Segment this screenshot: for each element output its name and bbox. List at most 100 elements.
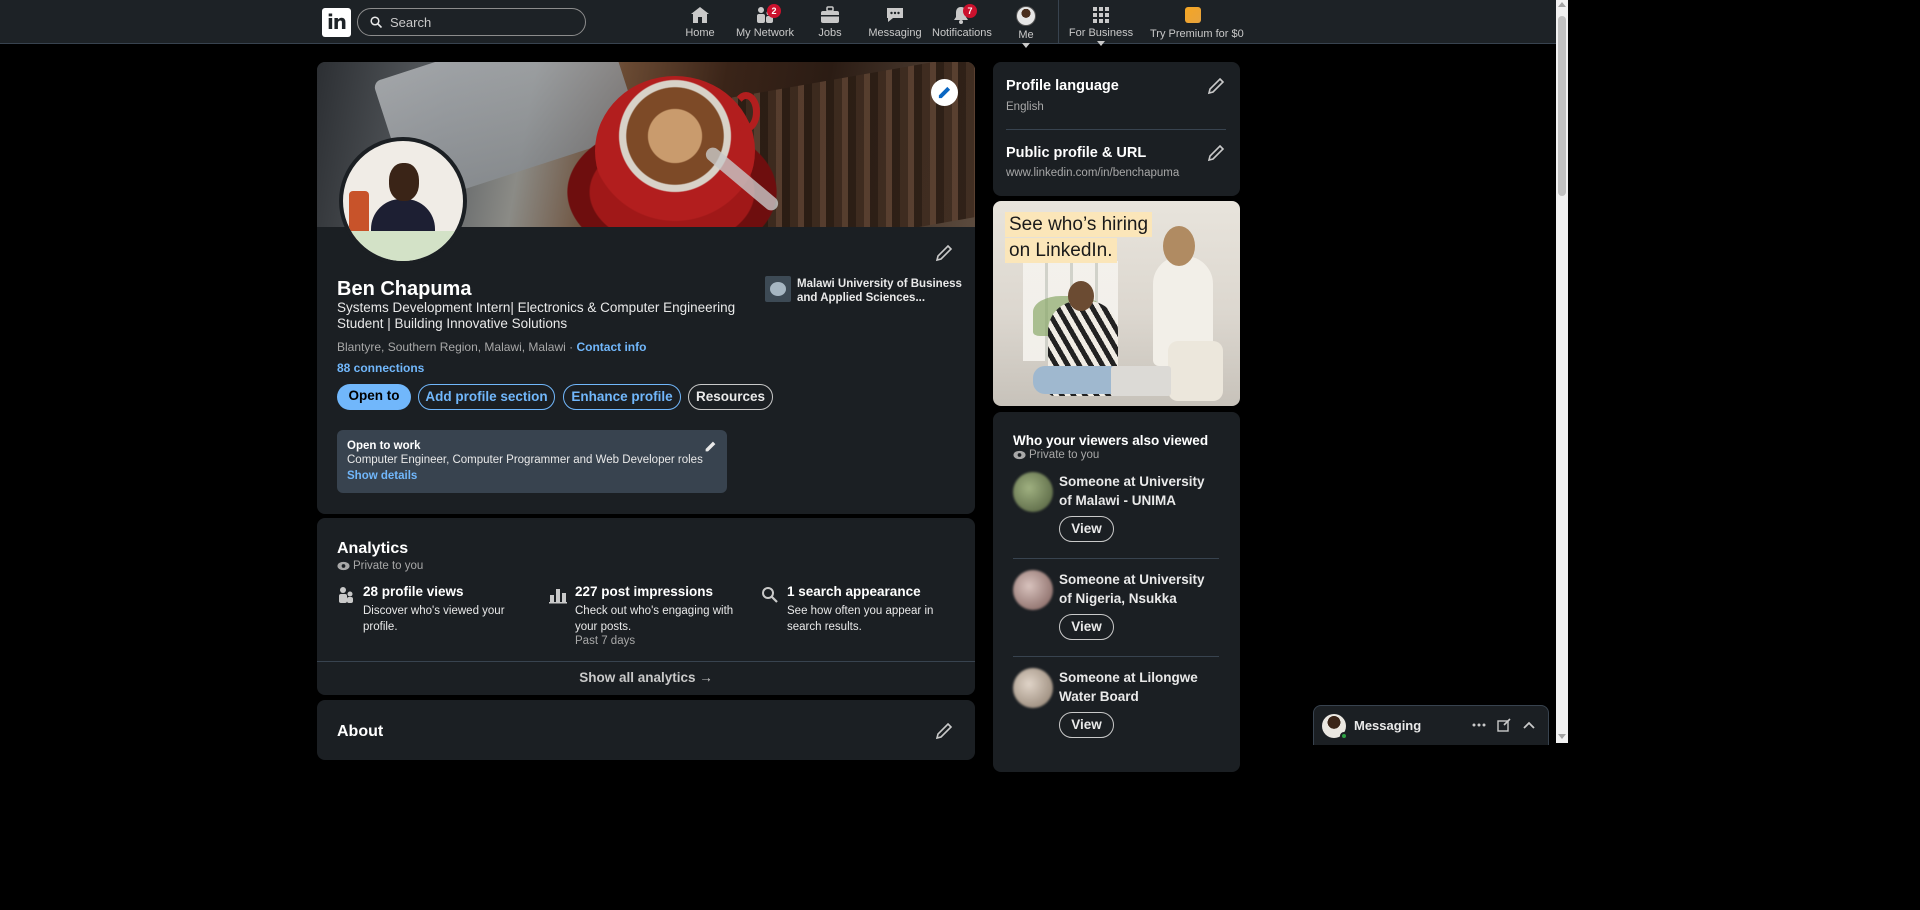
chevron-down-icon [1022,43,1030,48]
public-profile-title: Public profile & URL [1006,145,1147,161]
ad-headline-line1: See who’s hiring [1005,212,1153,237]
show-all-analytics-link[interactable]: Show all analytics → [317,661,975,695]
messaging-icon [887,8,903,22]
resources-button[interactable]: Resources [688,384,773,410]
viewer-avatar[interactable] [1013,472,1053,512]
profile-card: Ben Chapuma Systems Development Intern| … [317,62,975,514]
online-status-dot [1340,732,1348,740]
edit-intro-button[interactable] [935,244,953,267]
education-name: Malawi University of Business and Applie… [797,278,962,304]
public-profile-url: www.linkedin.com/in/benchapuma [1006,167,1180,179]
eye-icon [1013,450,1026,460]
grid-icon [1093,7,1109,23]
pencil-icon[interactable] [704,440,717,453]
linkedin-logo[interactable]: in [322,8,351,37]
profile-headline: Systems Development Intern| Electronics … [337,300,736,331]
search-input[interactable] [390,12,575,32]
viewer-avatar[interactable] [1013,668,1053,708]
compose-icon[interactable] [1497,718,1511,732]
viewer-name[interactable]: Someone at University of Malawi - UNIMA [1059,472,1219,510]
view-button[interactable]: View [1059,712,1114,738]
viewer-name[interactable]: Someone at Lilongwe Water Board [1059,668,1219,706]
nav-jobs[interactable]: Jobs [816,4,844,42]
ad-headline-line2: on LinkedIn. [1005,238,1117,263]
view-button[interactable]: View [1059,614,1114,640]
scroll-up-arrow-icon[interactable] [1558,2,1566,7]
list-item: Someone at University of Malawi - UNIMA … [1013,472,1223,568]
pencil-icon[interactable] [1207,77,1225,95]
profile-location-row: Blantyre, Southern Region, Malawi, Malaw… [337,340,646,354]
open-to-work-box: Open to work Computer Engineer, Computer… [337,430,727,493]
edit-banner-button[interactable] [931,79,958,106]
analytics-card: Analytics Private to you 28 profile view… [317,518,975,695]
open-to-work-roles: Computer Engineer, Computer Programmer a… [347,454,703,466]
metric-title: 28 profile views [363,584,464,599]
me-avatar [1016,6,1036,26]
metric-desc: Check out who's engaging with your posts… [575,605,734,633]
nav-home[interactable]: Home [683,4,717,42]
nav-for-business-label: For Business [1068,27,1134,39]
premium-icon [1185,7,1201,23]
search-icon [370,16,382,28]
nav-my-network[interactable]: 2 My Network [736,4,794,42]
contact-info-link[interactable]: Contact info [576,340,646,354]
analytics-title: Analytics [337,540,409,557]
notifications-badge: 7 [963,4,977,18]
search-icon [762,587,778,603]
search-box[interactable] [357,8,586,36]
top-nav: in Home 2 My Network Jobs Messaging 7 No… [0,0,1556,48]
nav-try-premium[interactable]: Try Premium for $0 [1150,4,1244,42]
profile-photo[interactable] [339,137,467,265]
analytics-private: Private to you [353,560,424,572]
nav-divider [1058,0,1059,44]
about-title: About [337,723,384,740]
divider [1006,129,1226,130]
messaging-label: Messaging [1354,718,1422,733]
viewers-private: Private to you [1029,449,1100,461]
show-details-link[interactable]: Show details [347,470,417,482]
pencil-icon [935,244,953,262]
nav-messaging[interactable]: Messaging [868,4,922,42]
metric-desc: Discover who's viewed your profile. [363,605,505,633]
eye-icon [337,561,350,571]
profile-name: Ben Chapuma [337,278,472,300]
view-button[interactable]: View [1059,516,1114,542]
nav-notifications[interactable]: 7 Notifications [932,4,992,42]
pencil-icon [938,86,951,99]
page-scrollbar[interactable] [1556,0,1568,743]
chevron-down-icon [1097,41,1105,46]
profile-language-value: English [1006,101,1044,113]
nav-me[interactable]: Me [1008,4,1044,48]
viewers-also-viewed-card: Who your viewers also viewed Private to … [993,412,1240,772]
more-icon[interactable] [1472,718,1486,732]
people-icon [339,587,353,603]
nav-try-premium-label: Try Premium for $0 [1150,28,1244,40]
nav-home-label: Home [685,27,715,39]
location-separator: · [565,340,577,354]
messaging-overlay[interactable]: Messaging [1313,705,1549,745]
connections-link[interactable]: 88 connections [337,361,424,375]
divider [1013,558,1219,559]
pencil-icon[interactable] [1207,144,1225,162]
hiring-ad[interactable]: See who’s hiring on LinkedIn. [993,201,1240,406]
profile-language-card: Profile language English Public profile … [993,62,1240,196]
nav-me-label: Me [1018,29,1034,41]
scroll-down-arrow-icon[interactable] [1558,734,1566,739]
scrollbar-thumb[interactable] [1558,16,1566,196]
pencil-icon[interactable] [935,722,953,740]
nav-for-business[interactable]: For Business [1068,4,1134,46]
nav-my-network-label: My Network [736,27,795,39]
home-icon [691,7,709,23]
enhance-profile-button[interactable]: Enhance profile [563,384,681,410]
list-item: Someone at Lilongwe Water Board View [1013,668,1223,764]
profile-language-title: Profile language [1006,78,1119,94]
profile-location: Blantyre, Southern Region, Malawi, Malaw… [337,340,566,354]
chevron-up-icon[interactable] [1522,718,1536,732]
open-to-work-title: Open to work [347,440,421,452]
list-item: Someone at University of Nigeria, Nsukka… [1013,570,1223,666]
open-to-button[interactable]: Open to [337,384,411,410]
add-profile-section-button[interactable]: Add profile section [418,384,555,410]
nav-messaging-label: Messaging [868,27,922,39]
viewer-avatar[interactable] [1013,570,1053,610]
viewer-name[interactable]: Someone at University of Nigeria, Nsukka [1059,570,1219,608]
